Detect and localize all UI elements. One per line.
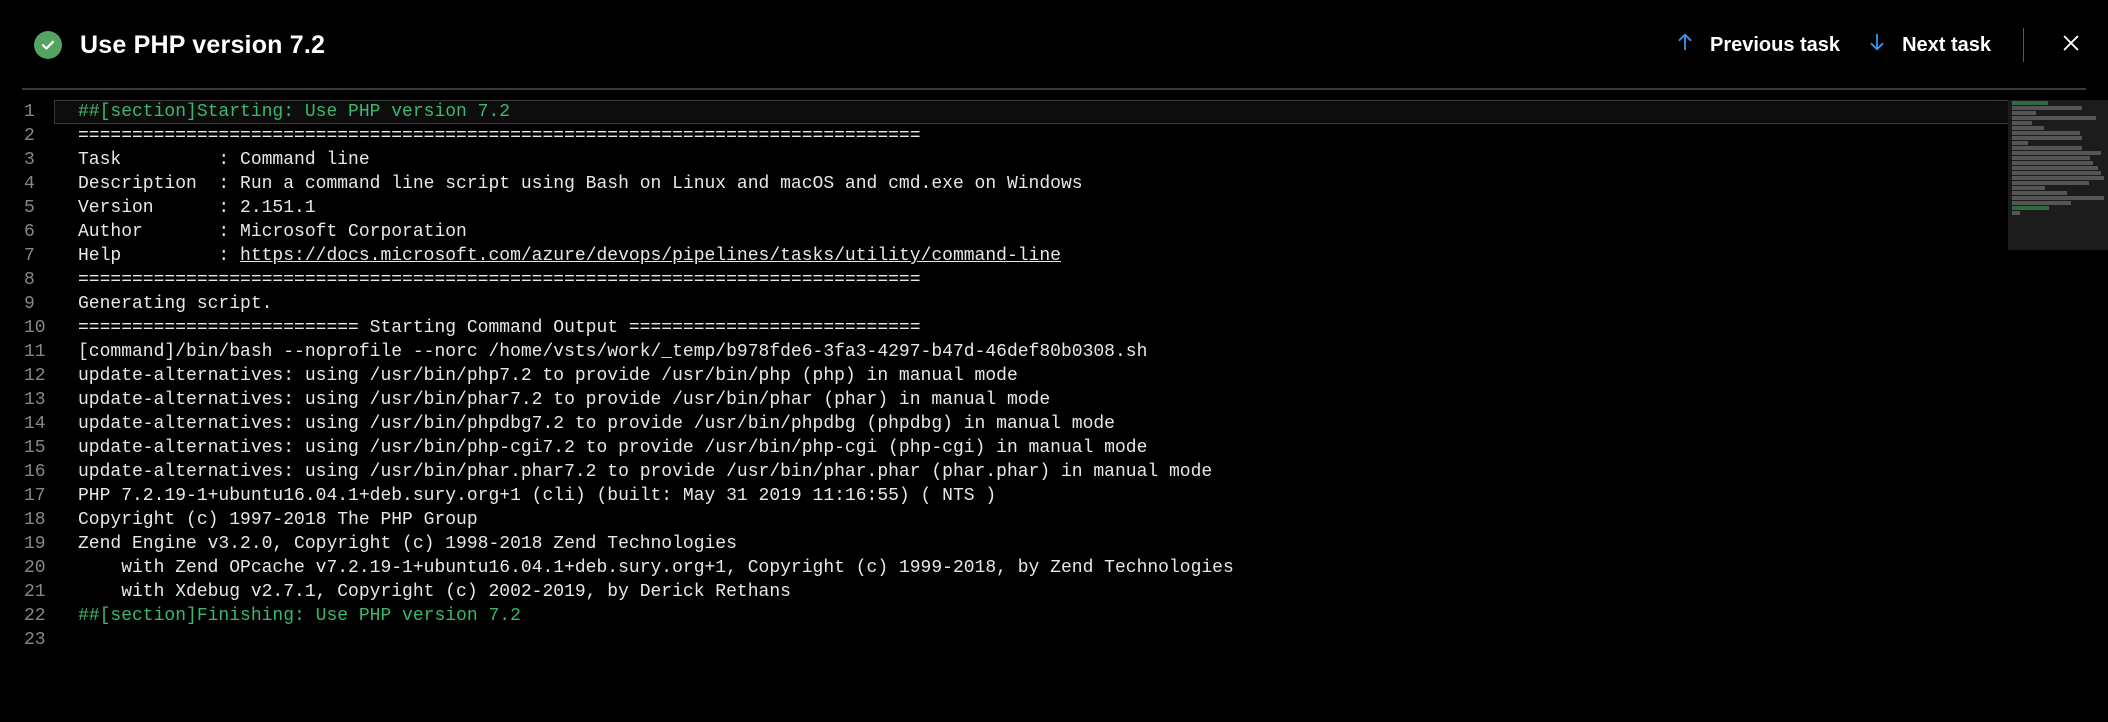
close-button[interactable] (2056, 28, 2086, 63)
log-line: ========================== Starting Comm… (54, 316, 2108, 340)
arrow-down-icon (1866, 31, 1888, 59)
log-line: ##[section]Starting: Use PHP version 7.2 (54, 100, 2108, 124)
previous-task-label: Previous task (1710, 34, 1840, 57)
log-line: ========================================… (54, 268, 2108, 292)
line-number: 15 (0, 436, 34, 460)
log-line: [command]/bin/bash --noprofile --norc /h… (54, 340, 2108, 364)
line-number: 22 (0, 604, 34, 628)
line-number: 12 (0, 364, 34, 388)
log-line: with Zend OPcache v7.2.19-1+ubuntu16.04.… (54, 556, 2108, 580)
line-number: 5 (0, 196, 34, 220)
line-number: 9 (0, 292, 34, 316)
line-number: 3 (0, 148, 34, 172)
previous-task-button[interactable]: Previous task (1674, 31, 1840, 59)
close-icon (2060, 32, 2082, 59)
line-number: 13 (0, 388, 34, 412)
log-line: Generating script. (54, 292, 2108, 316)
log-content[interactable]: ##[section]Starting: Use PHP version 7.2… (54, 100, 2108, 722)
log-line: update-alternatives: using /usr/bin/php-… (54, 436, 2108, 460)
log-line: ##[section]Finishing: Use PHP version 7.… (54, 604, 2108, 628)
log-line: Author : Microsoft Corporation (54, 220, 2108, 244)
log-line (54, 628, 2108, 652)
line-number: 2 (0, 124, 34, 148)
task-header: Use PHP version 7.2 Previous task Next t… (0, 0, 2108, 90)
help-link[interactable]: https://docs.microsoft.com/azure/devops/… (240, 246, 1061, 266)
line-number: 11 (0, 340, 34, 364)
log-line: ========================================… (54, 124, 2108, 148)
log-line: update-alternatives: using /usr/bin/phar… (54, 388, 2108, 412)
line-number: 10 (0, 316, 34, 340)
line-number: 21 (0, 580, 34, 604)
log-line: Zend Engine v3.2.0, Copyright (c) 1998-2… (54, 532, 2108, 556)
arrow-up-icon (1674, 31, 1696, 59)
line-number: 20 (0, 556, 34, 580)
next-task-label: Next task (1902, 34, 1991, 57)
task-title: Use PHP version 7.2 (80, 31, 1674, 60)
log-line: update-alternatives: using /usr/bin/php7… (54, 364, 2108, 388)
separator (2023, 28, 2024, 62)
log-line: Copyright (c) 1997-2018 The PHP Group (54, 508, 2108, 532)
line-number: 19 (0, 532, 34, 556)
line-number: 8 (0, 268, 34, 292)
status-success-icon (34, 31, 62, 59)
line-number: 7 (0, 244, 34, 268)
log-line: Version : 2.151.1 (54, 196, 2108, 220)
log-viewer[interactable]: 1234567891011121314151617181920212223 ##… (0, 90, 2108, 722)
log-line: PHP 7.2.19-1+ubuntu16.04.1+deb.sury.org+… (54, 484, 2108, 508)
log-line: with Xdebug v2.7.1, Copyright (c) 2002-2… (54, 580, 2108, 604)
log-line: Help : https://docs.microsoft.com/azure/… (54, 244, 2108, 268)
log-line: update-alternatives: using /usr/bin/phar… (54, 460, 2108, 484)
line-number: 6 (0, 220, 34, 244)
line-number-gutter: 1234567891011121314151617181920212223 (0, 100, 54, 722)
log-line: Description : Run a command line script … (54, 172, 2108, 196)
line-number: 16 (0, 460, 34, 484)
line-number: 23 (0, 628, 34, 652)
line-number: 4 (0, 172, 34, 196)
next-task-button[interactable]: Next task (1866, 31, 1991, 59)
task-nav: Previous task Next task (1674, 28, 2086, 63)
minimap[interactable] (2008, 100, 2108, 250)
log-line: Task : Command line (54, 148, 2108, 172)
line-number: 14 (0, 412, 34, 436)
line-number: 17 (0, 484, 34, 508)
line-number: 18 (0, 508, 34, 532)
log-line: update-alternatives: using /usr/bin/phpd… (54, 412, 2108, 436)
line-number: 1 (0, 100, 34, 124)
